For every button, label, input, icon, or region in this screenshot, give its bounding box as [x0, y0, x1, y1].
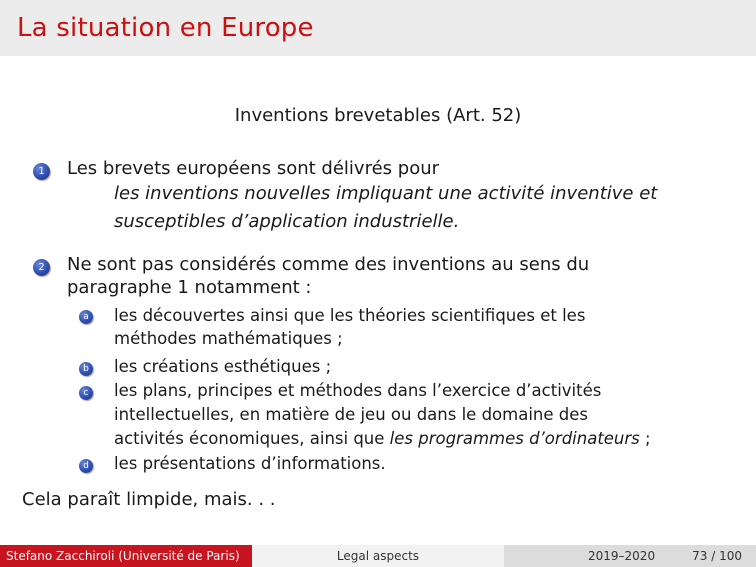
subitem-c-line-3-end: ; — [639, 429, 651, 448]
subitem-c-line-2: intellectuelles, en matière de jeu ou da… — [114, 405, 588, 424]
enum-badge-1: 1 — [33, 163, 50, 180]
slide-subtitle: Inventions brevetables (Art. 52) — [234, 105, 522, 126]
item-1-quote-line-1: les inventions nouvelles impliquant une … — [114, 183, 658, 204]
footer-author: Stefano Zacchiroli (Université de Paris) — [0, 545, 252, 567]
subitem-d-line-1: les présentations d’informations. — [114, 454, 386, 473]
subitem-a-line-1: les découvertes ainsi que les théories s… — [114, 306, 586, 325]
enum-badge-2: 2 — [33, 259, 50, 276]
item-1-text: Les brevets européens sont délivrés pour — [67, 158, 440, 179]
item-1-quote-line-2: susceptibles d’application industrielle. — [114, 211, 460, 232]
footer-year: 2019–2020 — [588, 549, 656, 563]
enum-badge-d: d — [79, 459, 93, 473]
frame-title-bar: La situation en Europe — [0, 0, 756, 56]
enum-badge-b: b — [79, 362, 93, 376]
item-2-text-line-1: Ne sont pas considérés comme des inventi… — [67, 254, 590, 275]
footer-meta: 2019–2020 73 / 100 — [504, 545, 756, 567]
footer-page-number: 73 / 100 — [692, 549, 742, 563]
conclusion-text: Cela paraît limpide, mais. . . — [22, 489, 276, 510]
footer-topic: Legal aspects — [252, 545, 504, 567]
subitem-c-line-3-plain: activités économiques, ainsi que — [114, 429, 390, 448]
subitem-c-line-1: les plans, principes et méthodes dans l’… — [114, 381, 602, 400]
enum-badge-c: c — [79, 386, 93, 400]
enum-badge-a: a — [79, 310, 93, 324]
footer-bar: Stefano Zacchiroli (Université de Paris)… — [0, 545, 756, 567]
slide-title: La situation en Europe — [17, 13, 314, 43]
item-2-text-line-2: paragraphe 1 notamment : — [67, 277, 312, 298]
subitem-c-line-3-emphasis: les programmes d’ordinateurs — [389, 429, 640, 448]
subitem-a-line-2: méthodes mathématiques ; — [114, 329, 343, 348]
subitem-b-line-1: les créations esthétiques ; — [114, 357, 332, 376]
subitem-c-line-3: activités économiques, ainsi que les pro… — [114, 429, 651, 448]
